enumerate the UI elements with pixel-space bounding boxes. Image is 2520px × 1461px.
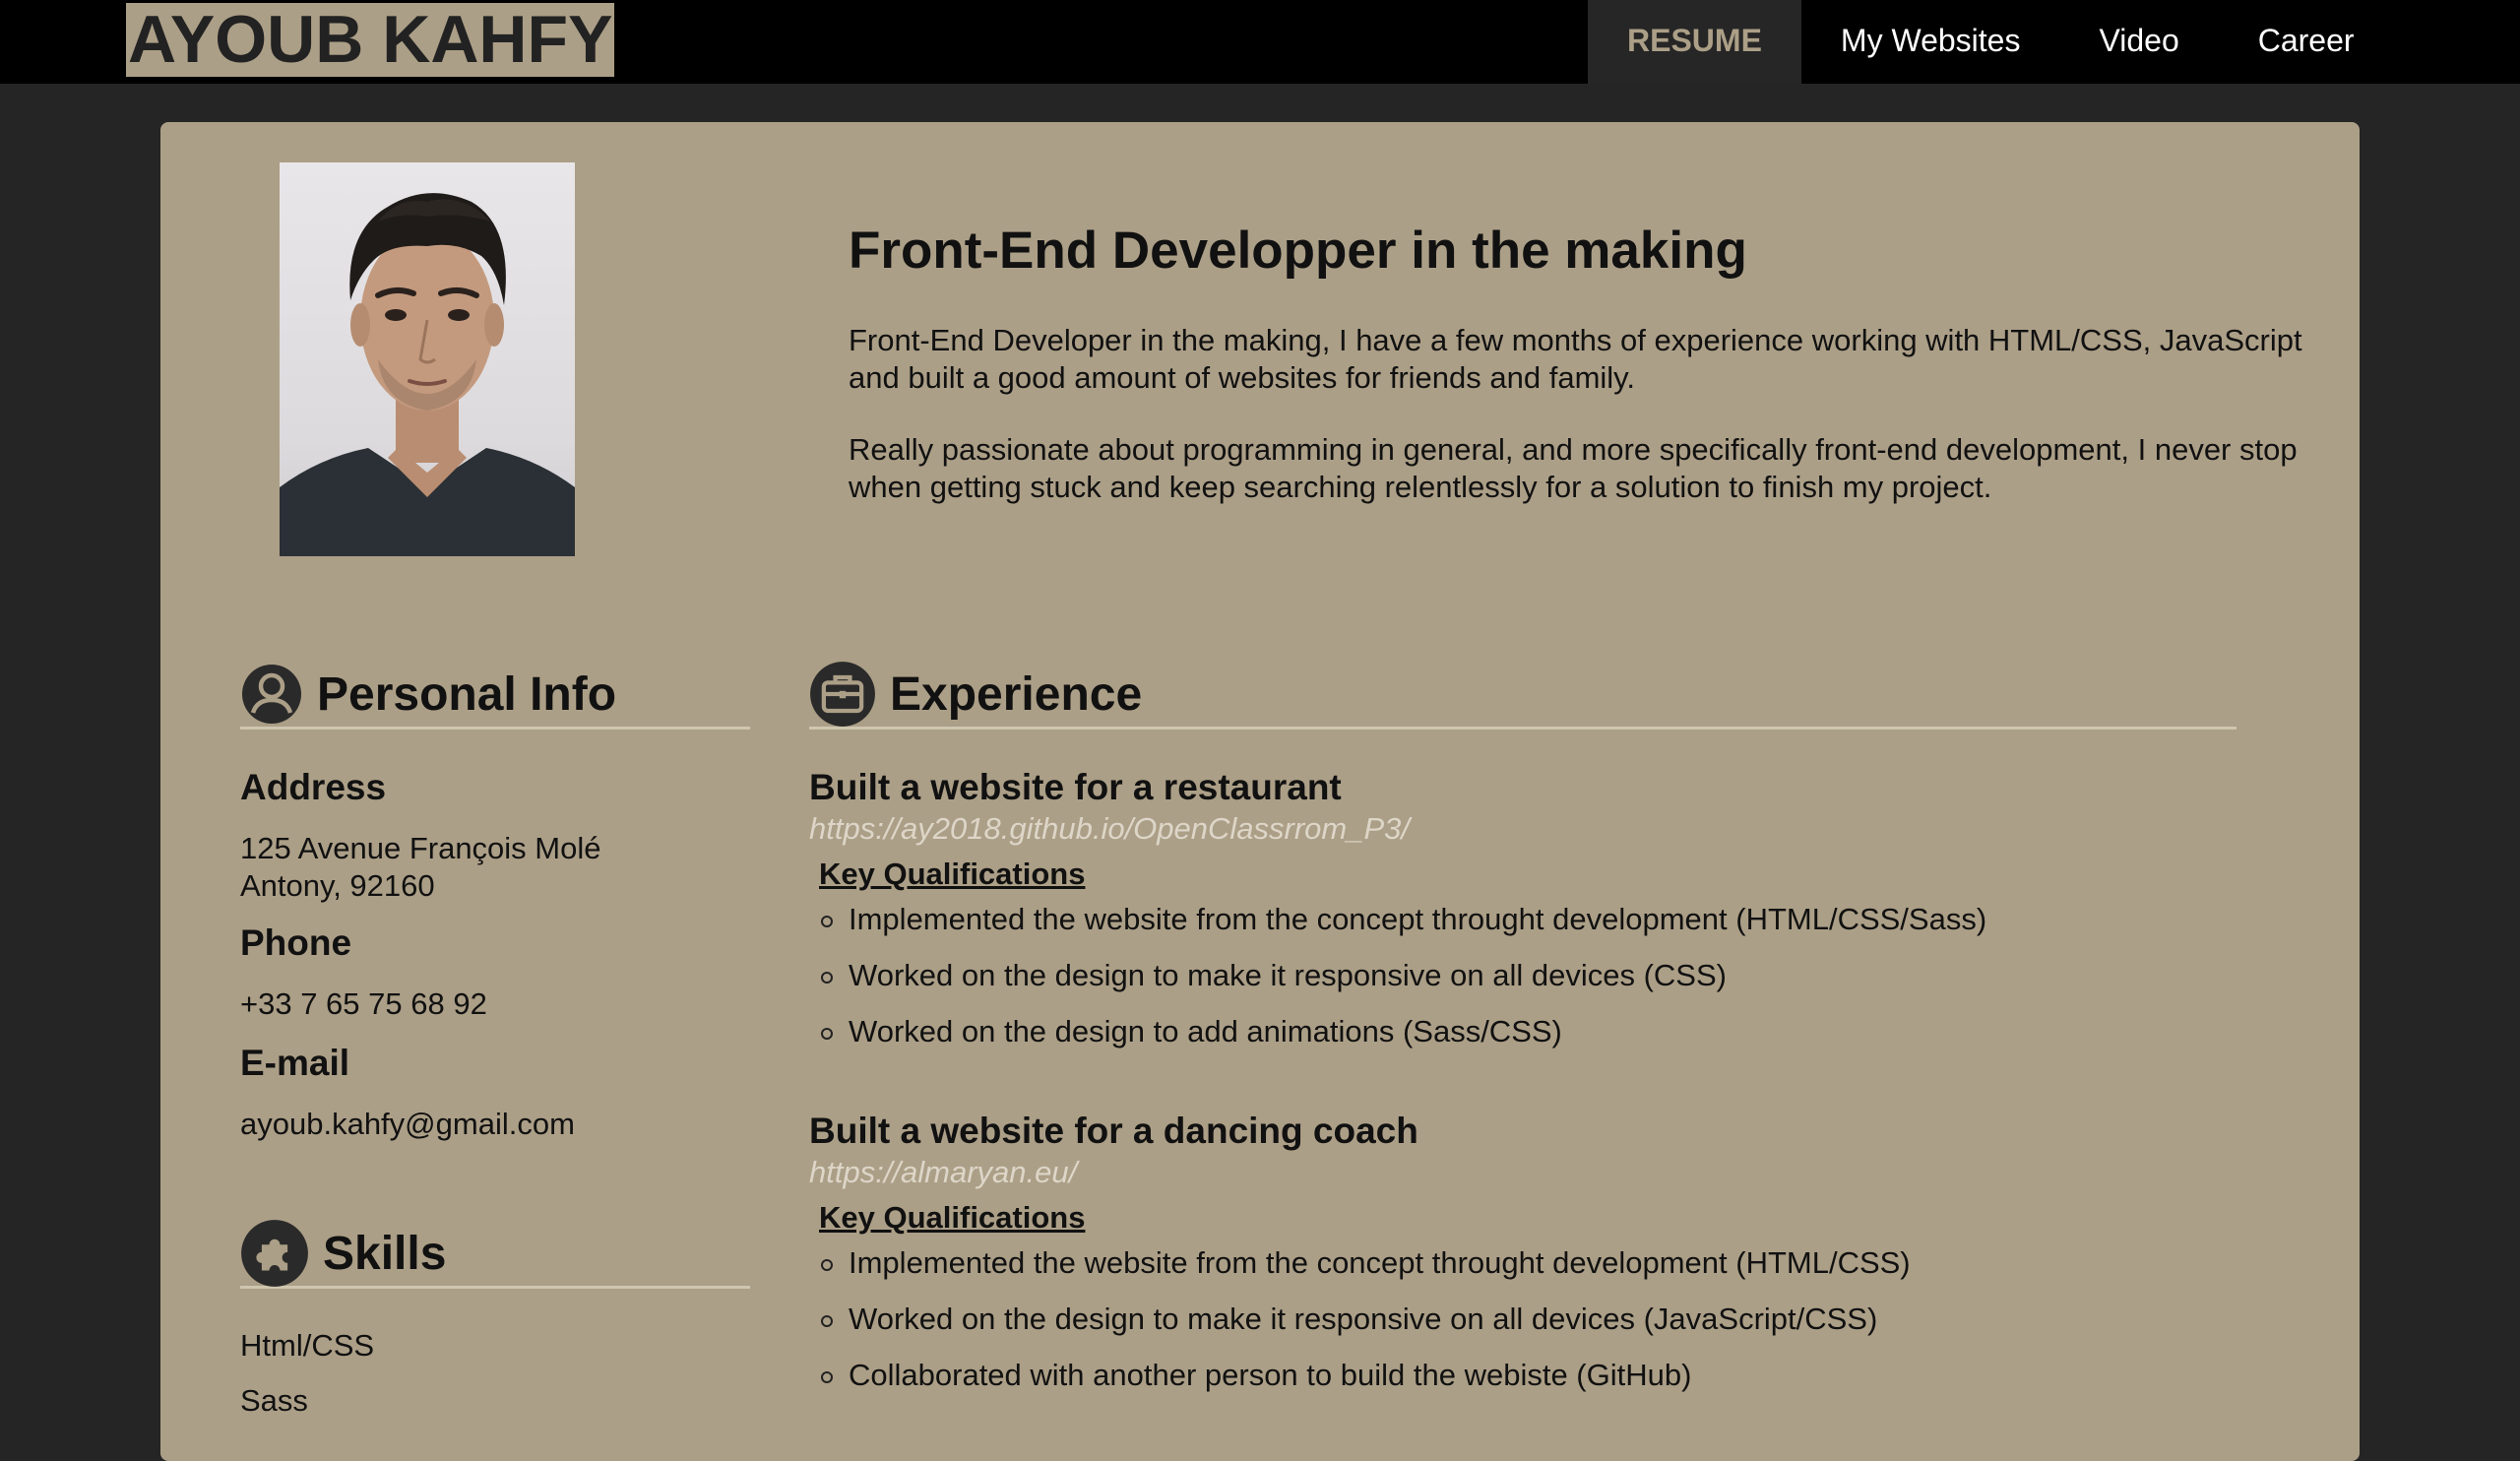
key-qualifications-heading: Key Qualifications (819, 857, 1086, 891)
email-value: ayoub.kahfy@gmail.com (240, 1107, 575, 1141)
address-line-1: 125 Avenue François Molé (240, 831, 601, 865)
personal-info-header: Personal Info (240, 661, 750, 730)
skills-header: Skills (240, 1219, 750, 1289)
experience-title: Experience (890, 668, 1143, 721)
address-line-2: Antony, 92160 (240, 868, 435, 903)
job-link[interactable]: https://almaryan.eu/ (809, 1155, 1077, 1190)
nav-my-websites[interactable]: My Websites (1801, 0, 2060, 84)
profile-photo-illustration (280, 193, 575, 556)
puzzle-icon (241, 1219, 308, 1287)
key-qualifications-heading: Key Qualifications (819, 1200, 1086, 1235)
page-title: Front-End Developper in the making (849, 222, 1747, 280)
list-item: Implemented the website from the concept… (819, 1244, 1911, 1301)
skills-title: Skills (323, 1228, 447, 1280)
job-title: Built a website for a restaurant (809, 767, 1342, 807)
bio-paragraph-2: Really passionate about programming in g… (849, 432, 2298, 504)
nav-career[interactable]: Career (2219, 0, 2394, 84)
profile-photo (280, 162, 575, 556)
brand-logo[interactable]: AYOUB KAHFY (126, 3, 615, 77)
skill-item: Sass (240, 1383, 308, 1418)
briefcase-icon (810, 661, 875, 727)
resume-card: Front-End Developper in the making Front… (160, 122, 2360, 1461)
address-label: Address (240, 767, 387, 807)
list-item: Worked on the design to make it responsi… (819, 957, 1986, 1013)
job-title: Built a website for a dancing coach (809, 1111, 1418, 1151)
skill-item: Html/CSS (240, 1328, 375, 1363)
list-item: Collaborated with another person to buil… (819, 1357, 1911, 1413)
phone-label: Phone (240, 922, 352, 963)
list-item: Worked on the design to make it responsi… (819, 1301, 1911, 1357)
list-item: Worked on the design to add animations (… (819, 1013, 1986, 1069)
main-nav: RESUME My Websites Video Career (1588, 0, 2394, 84)
qualifications-list: Implemented the website from the concept… (819, 901, 1986, 1069)
personal-info-title: Personal Info (317, 668, 617, 721)
top-navigation-bar: AYOUB KAHFY RESUME My Websites Video Car… (0, 0, 2520, 84)
user-icon (242, 664, 301, 724)
email-label: E-mail (240, 1043, 350, 1083)
phone-value: +33 7 65 75 68 92 (240, 986, 487, 1021)
bio-paragraph-1: Front-End Developer in the making, I hav… (849, 323, 2302, 395)
nav-video[interactable]: Video (2059, 0, 2218, 84)
qualifications-list: Implemented the website from the concept… (819, 1244, 1911, 1413)
list-item: Implemented the website from the concept… (819, 901, 1986, 957)
experience-header: Experience (809, 661, 2236, 730)
job-link[interactable]: https://ay2018.github.io/OpenClassrrom_P… (809, 811, 1410, 847)
nav-resume[interactable]: RESUME (1588, 0, 1801, 84)
